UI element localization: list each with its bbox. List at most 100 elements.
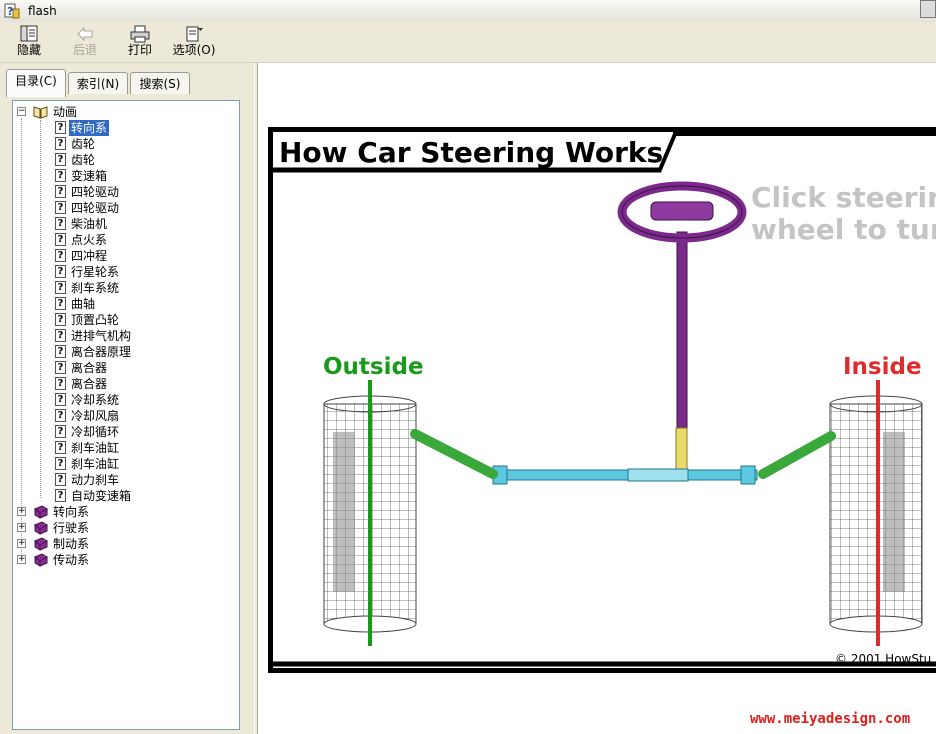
tree-topic[interactable]: ? 冷却风扇 — [13, 408, 239, 424]
flash-movie[interactable]: How Car Steering Works Click steerin whe… — [268, 127, 936, 673]
tree-topic[interactable]: ? 柴油机 — [13, 216, 239, 232]
steering-rack — [494, 469, 758, 481]
tree-topic[interactable]: ? 离合器 — [13, 360, 239, 376]
tab-index[interactable]: 索引(N) — [68, 72, 128, 94]
tree-topic[interactable]: ? 冷却循环 — [13, 424, 239, 440]
help-topic-icon: ? — [55, 393, 66, 406]
tree-topic-label: 四轮驱动 — [71, 201, 120, 215]
tree-topic[interactable]: ? 四轮驱动 — [13, 200, 239, 216]
tree-topic[interactable]: ? 四轮驱动 — [13, 184, 239, 200]
hide-label: 隐藏 — [16, 43, 41, 57]
tree-topic-label: 动力刹车 — [71, 473, 120, 487]
back-button[interactable]: 后退 — [70, 24, 100, 60]
tree-topic[interactable]: ? 齿轮 — [13, 136, 239, 152]
tree-topic-label: 冷却风扇 — [71, 409, 120, 423]
options-icon — [186, 26, 203, 42]
tree-topic[interactable]: ? 刹车油缸 — [13, 456, 239, 472]
help-topic-icon: ? — [55, 153, 66, 166]
tree-topic-label: 离合器原理 — [71, 345, 132, 359]
tree-topic[interactable]: ? 动力刹车 — [13, 472, 239, 488]
options-label: 选项(O) — [172, 43, 216, 57]
tree-book[interactable]: + 传动系 — [13, 552, 239, 568]
tab-contents[interactable]: 目录(C) — [6, 69, 66, 97]
tree-topic[interactable]: ? 齿轮 — [13, 152, 239, 168]
copyright-text: © 2001 HowStu — [835, 652, 932, 666]
tree-book-label: 制动系 — [53, 537, 90, 551]
contents-tree[interactable]: − 动画 ? 转向系? 齿轮? 齿轮? 变速箱? 四轮驱动? 四轮驱动? 柴油机? 点火系? 四冲… — [12, 100, 240, 730]
tree-topic[interactable]: ? 四冲程 — [13, 248, 239, 264]
closed-book-icon — [34, 537, 48, 551]
tree-topic[interactable]: ? 离合器原理 — [13, 344, 239, 360]
tree-topic[interactable]: ? 转向系 — [13, 120, 239, 136]
tree-topic-label: 四轮驱动 — [71, 185, 120, 199]
tree-topic[interactable]: ? 自动变速箱 — [13, 488, 239, 504]
help-topic-icon: ? — [55, 281, 66, 294]
toolbar: 隐藏 后退 打印 选项(O) — [0, 22, 936, 63]
tree-topic[interactable]: ? 曲轴 — [13, 296, 239, 312]
expand-icon[interactable]: + — [17, 523, 26, 532]
tree-topic-label: 转向系 — [69, 120, 110, 136]
tree-book[interactable]: + 转向系 — [13, 504, 239, 520]
svg-text:?: ? — [7, 5, 13, 18]
tree-topic-label: 曲轴 — [71, 297, 96, 311]
expand-icon[interactable]: + — [17, 539, 26, 548]
help-topic-icon: ? — [55, 217, 66, 230]
print-button[interactable]: 打印 — [124, 24, 156, 60]
hide-pane-icon — [20, 25, 38, 42]
title-bar: ? flash — [0, 0, 936, 23]
tree-topic-label: 四冲程 — [71, 249, 108, 263]
tree-topic[interactable]: ? 刹车系统 — [13, 280, 239, 296]
tree-topic-label: 齿轮 — [71, 153, 96, 167]
tree-topic[interactable]: ? 进排气机构 — [13, 328, 239, 344]
closed-book-icon — [34, 553, 48, 567]
help-topic-icon: ? — [55, 329, 66, 342]
tree-topic[interactable]: ? 点火系 — [13, 232, 239, 248]
tie-rod-right — [758, 431, 836, 479]
help-topic-icon: ? — [55, 473, 66, 486]
tree-topic-label: 离合器 — [71, 377, 108, 391]
tree-topic-label: 进排气机构 — [71, 329, 132, 343]
tree-topic[interactable]: ? 刹车油缸 — [13, 440, 239, 456]
help-topic-icon: ? — [55, 233, 66, 246]
help-file-icon: ? — [4, 3, 20, 19]
tree-node-root[interactable]: − 动画 — [13, 104, 239, 120]
help-topic-icon: ? — [55, 137, 66, 150]
steering-wheel[interactable] — [617, 181, 747, 243]
help-topic-icon: ? — [55, 313, 66, 326]
help-topic-icon: ? — [55, 489, 66, 502]
tree-topic[interactable]: ? 离合器 — [13, 376, 239, 392]
tab-search[interactable]: 搜索(S) — [130, 72, 190, 94]
help-topic-icon: ? — [55, 169, 66, 182]
tie-rod-left — [410, 429, 498, 479]
tree-topic-label: 齿轮 — [71, 137, 96, 151]
expand-icon[interactable]: + — [17, 507, 26, 516]
outside-label: Outside — [323, 354, 424, 380]
help-topic-icon: ? — [55, 201, 66, 214]
tree-topic[interactable]: ? 行星轮系 — [13, 264, 239, 280]
help-topic-icon: ? — [55, 297, 66, 310]
tree-topic-label: 刹车油缸 — [71, 441, 120, 455]
tree-topic[interactable]: ? 冷却系统 — [13, 392, 239, 408]
tree-book[interactable]: + 制动系 — [13, 536, 239, 552]
help-topic-icon: ? — [55, 409, 66, 422]
print-label: 打印 — [127, 43, 152, 57]
options-button[interactable]: 选项(O) — [170, 24, 218, 60]
tree-label-root: 动画 — [53, 105, 78, 119]
help-topic-icon: ? — [55, 425, 66, 438]
collapse-icon[interactable]: − — [17, 107, 26, 116]
tree-topic-label: 冷却循环 — [71, 425, 120, 439]
tree-topic-label: 变速箱 — [71, 169, 108, 183]
printer-icon — [130, 25, 150, 43]
expand-icon[interactable]: + — [17, 555, 26, 564]
close-button[interactable] — [920, 0, 936, 18]
tree-topic[interactable]: ? 顶置凸轮 — [13, 312, 239, 328]
hide-button[interactable]: 隐藏 — [14, 24, 44, 60]
tree-book[interactable]: + 行驶系 — [13, 520, 239, 536]
tree-topic-label: 刹车系统 — [71, 281, 120, 295]
back-arrow-icon — [77, 26, 93, 42]
tree-topic-label: 柴油机 — [71, 217, 108, 231]
tree-topic[interactable]: ? 变速箱 — [13, 168, 239, 184]
tree-topic-label: 离合器 — [71, 361, 108, 375]
rack-end-right — [740, 465, 756, 485]
closed-book-icon — [34, 505, 48, 519]
